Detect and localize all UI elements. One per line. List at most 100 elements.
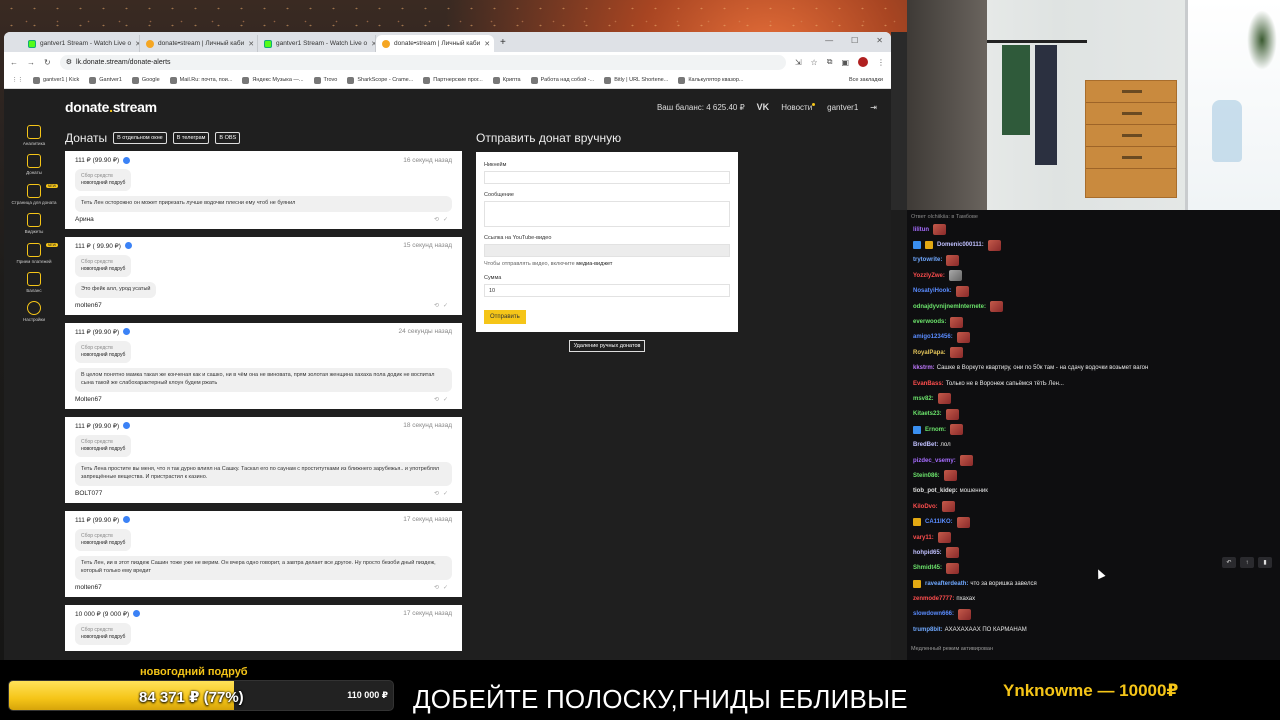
check-icon[interactable]: ✓ [443, 217, 452, 223]
chat-message[interactable]: Ernom: [907, 422, 1280, 437]
repeat-icon[interactable]: ⟲ [434, 217, 443, 223]
media-widget-link[interactable]: медиа-виджет [576, 261, 612, 267]
extensions-icon[interactable]: ⧉ [827, 57, 833, 67]
check-icon[interactable]: ✓ [443, 585, 452, 591]
chat-message[interactable]: trytowrite: [907, 253, 1280, 268]
chat-username[interactable]: RoyalPapa: [913, 350, 946, 356]
message-input[interactable] [484, 201, 730, 227]
url-field[interactable]: ⚙ lk.donate.stream/donate-alerts [59, 54, 786, 70]
bookmark-item[interactable]: Google [131, 76, 160, 84]
bookmark-item[interactable]: Яндекс Музыка —... [242, 76, 304, 84]
chat-username[interactable]: Kitaets23: [913, 411, 942, 417]
chat-username[interactable]: EvanBass: [913, 381, 944, 387]
profile-avatar[interactable] [858, 57, 868, 67]
chat-username[interactable]: YozzlyZwe: [913, 273, 945, 279]
user-name[interactable]: gantver1 [827, 103, 858, 112]
chat-message[interactable]: vary11: [907, 530, 1280, 545]
chat-username[interactable]: Shmidt45: [913, 565, 942, 571]
bookmark-item[interactable]: Работа над собой -... [530, 76, 594, 84]
chat-message[interactable]: KiloDvo: [907, 499, 1280, 514]
forward-icon[interactable]: → [27, 58, 35, 67]
chat-message[interactable]: amigo123456: [907, 330, 1280, 345]
chat-message[interactable]: NosatyiHook: [907, 284, 1280, 299]
delete-manual-button[interactable]: Удаление ручных донатов [568, 340, 646, 352]
chat-username[interactable]: Domenic000111: [937, 242, 984, 248]
telegram-button[interactable]: В телеграм [172, 132, 210, 144]
bookmark-item[interactable]: Крипта [492, 76, 521, 84]
sum-input[interactable]: 10 [484, 284, 730, 297]
chat-message[interactable]: YozzlyZwe: [907, 268, 1280, 283]
chat-username[interactable]: BredBet: [913, 442, 938, 448]
chat-username[interactable]: vary11: [913, 535, 934, 541]
all-bookmarks[interactable]: Все закладки [849, 77, 883, 83]
delete-icon[interactable]: ▮ [1258, 557, 1272, 568]
chat-message[interactable]: msv82: [907, 391, 1280, 406]
tab-close-icon[interactable]: ✕ [248, 40, 254, 48]
sidebar-item[interactable]: Виджеты [4, 213, 64, 234]
send-button[interactable]: Отправить [484, 310, 526, 324]
sidebar-item[interactable]: Аналитика [4, 125, 64, 146]
chat-username[interactable]: trytowrite: [913, 257, 942, 263]
chat-message[interactable]: trump8bit: АХАХАХААХ ПО КАРМАНАМ [907, 622, 1280, 637]
chat-username[interactable]: odnajdyvnijnemInternete: [913, 304, 986, 310]
bookmark-item[interactable]: gantver1 | Kick [33, 76, 79, 84]
chat-message[interactable]: Stein086: [907, 468, 1280, 483]
reload-icon[interactable]: ↻ [44, 58, 51, 67]
chat-username[interactable]: trump8bit: [913, 627, 943, 633]
bookmark-item[interactable]: Trovo [313, 76, 337, 84]
sidebar-item[interactable]: Прием платежей NEW [4, 242, 64, 264]
chat-username[interactable]: zenmode7777: [913, 596, 954, 602]
chat-username[interactable]: msv82: [913, 396, 934, 402]
chat-message[interactable]: EvanBass: Только не в Воронеж сапьёмся тё… [907, 376, 1280, 391]
reply-icon[interactable]: ↶ [1222, 557, 1236, 568]
repeat-icon[interactable]: ⟲ [434, 303, 443, 309]
chat-username[interactable]: Stein086: [913, 473, 940, 479]
chat-username[interactable]: KiloDvo: [913, 504, 938, 510]
chat-username[interactable]: raveafterdeath: [925, 581, 968, 587]
chat-username[interactable]: NosatyiHook: [913, 288, 952, 294]
chat-username[interactable]: CA11IKO: [925, 519, 953, 525]
vk-link[interactable]: VK [757, 102, 770, 112]
pin-icon[interactable]: ↑ [1240, 557, 1254, 568]
sidebar-item[interactable]: Баланс [4, 271, 64, 293]
check-icon[interactable]: ✓ [443, 397, 452, 403]
chat-message[interactable]: Domenic000111: [907, 237, 1280, 252]
site-logo[interactable]: donate.stream [65, 99, 157, 115]
repeat-icon[interactable]: ⟲ [434, 397, 443, 403]
bookmark-star-icon[interactable]: ☆ [811, 58, 818, 67]
open-window-button[interactable]: В отдельном окне [113, 132, 167, 144]
browser-tab[interactable]: donate•stream | Личный каби ✕ [140, 35, 258, 52]
chat-message[interactable]: odnajdyvnijnemInternete: [907, 299, 1280, 314]
chat-message[interactable]: CA11IKO: [907, 514, 1280, 529]
back-icon[interactable]: ← [10, 58, 18, 67]
bookmark-item[interactable]: Партнерские прог... [423, 76, 483, 84]
chat-username[interactable]: tiob_pot_kidep: [913, 488, 958, 494]
sidepanel-icon[interactable]: ▣ [841, 58, 849, 67]
chat-message[interactable]: lilitun [907, 222, 1280, 237]
chat-message[interactable]: slowdown666: [907, 607, 1280, 622]
chat-username[interactable]: kkstrm: [913, 365, 935, 371]
sidebar-item[interactable]: Настройки [4, 301, 64, 322]
menu-icon[interactable]: ⋮ [877, 58, 885, 67]
repeat-icon[interactable]: ⟲ [434, 491, 443, 497]
bookmark-item[interactable]: SharkScope - Crame... [347, 76, 413, 84]
chat-username[interactable]: everwoods: [913, 319, 946, 325]
chat-message[interactable]: pizdec_vsemy: [907, 453, 1280, 468]
minimize-icon[interactable]: — [825, 36, 833, 45]
chat-message[interactable]: zenmode7777: пхахах [907, 591, 1280, 606]
bookmark-item[interactable]: Mail.Ru: почта, пои... [169, 76, 232, 84]
check-icon[interactable]: ✓ [443, 303, 452, 309]
new-tab-button[interactable]: + [500, 37, 506, 48]
site-info-icon[interactable]: ⚙ [66, 58, 72, 66]
chat-username[interactable]: slowdown666: [913, 611, 954, 617]
maximize-icon[interactable]: ☐ [851, 36, 858, 45]
chat-username[interactable]: Ernom: [925, 427, 946, 433]
bookmark-item[interactable]: Gantver1 [89, 76, 122, 84]
sidebar-item[interactable]: Страница для доната NEW [4, 183, 64, 205]
chat-message[interactable]: Kitaets23: [907, 407, 1280, 422]
chat-username[interactable]: lilitun [913, 227, 929, 233]
chat-message[interactable]: everwoods: [907, 314, 1280, 329]
chat-message[interactable]: kkstrm: Сашке в Воркуте квартиру, они по … [907, 361, 1280, 376]
browser-tab[interactable]: donate•stream | Личный каби ✕ [376, 35, 494, 52]
nick-input[interactable] [484, 171, 730, 184]
